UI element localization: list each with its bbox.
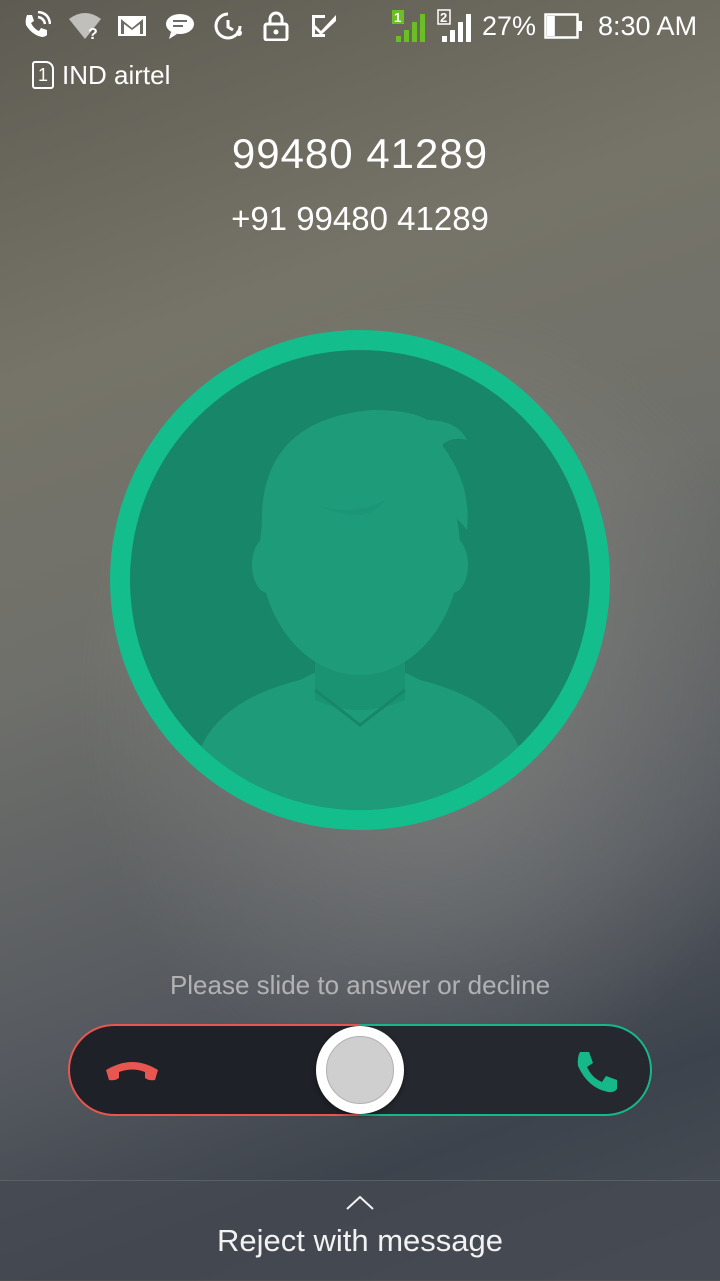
svg-text:2: 2: [440, 10, 447, 25]
ticktick-icon: [308, 8, 340, 44]
slide-hint: Please slide to answer or decline: [169, 970, 551, 1000]
answer-decline-slider[interactable]: [68, 1024, 652, 1116]
caller-name: 99480 41289: [231, 130, 489, 177]
carrier-label: 1 IND airtel: [32, 58, 170, 92]
chevron-up-icon: [346, 1195, 374, 1210]
chat-icon: [164, 8, 196, 44]
slider-knob-inner[interactable]: [326, 1036, 394, 1104]
sim2-signal-icon: 2: [436, 8, 474, 44]
wifi-unknown-icon: ?: [66, 8, 104, 44]
data-saver-icon: [212, 8, 244, 44]
status-bar: ? 1 2 27% 8:30 AM: [0, 0, 720, 52]
svg-text:1: 1: [394, 10, 401, 25]
gmail-icon: [116, 8, 148, 44]
lock-icon: [260, 8, 292, 44]
reject-with-message-button[interactable]: Reject with message: [0, 1223, 720, 1259]
caller-number: +91 99480 41289: [231, 200, 489, 237]
reject-with-message-panel[interactable]: Reject with message: [0, 1180, 720, 1281]
answer-call-icon[interactable]: [572, 1048, 620, 1096]
decline-call-icon[interactable]: [100, 1052, 164, 1092]
sim-slot-badge: 1: [32, 61, 54, 89]
default-contact-icon: [130, 350, 590, 810]
battery-percent: 27%: [482, 11, 537, 41]
caller-avatar: [110, 330, 610, 830]
clock: 8:30 AM: [598, 11, 698, 41]
svg-text:?: ?: [88, 26, 98, 41]
carrier-name: IND airtel: [62, 59, 171, 90]
slider-knob[interactable]: [316, 1026, 404, 1114]
wifi-calling-icon: [20, 8, 52, 44]
battery-icon: [544, 8, 584, 44]
sim1-signal-icon: 1: [390, 8, 428, 44]
